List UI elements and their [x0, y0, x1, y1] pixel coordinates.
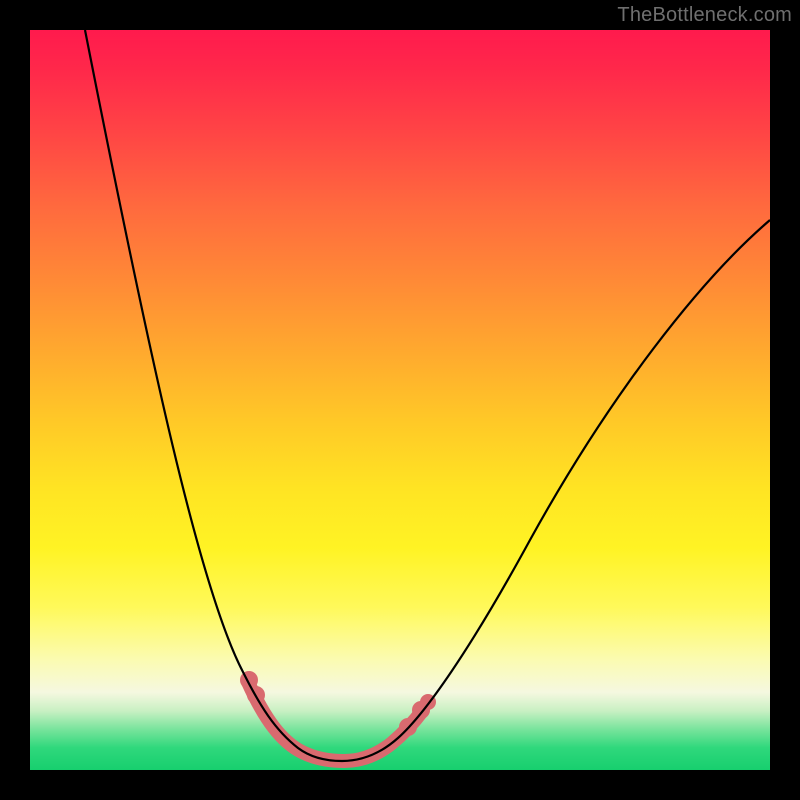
accent-segment [248, 682, 423, 761]
curve-layer [30, 30, 770, 770]
bottleneck-curve [85, 30, 770, 761]
chart-frame: TheBottleneck.com [0, 0, 800, 800]
watermark-text: TheBottleneck.com [617, 4, 792, 27]
plot-area [30, 30, 770, 770]
